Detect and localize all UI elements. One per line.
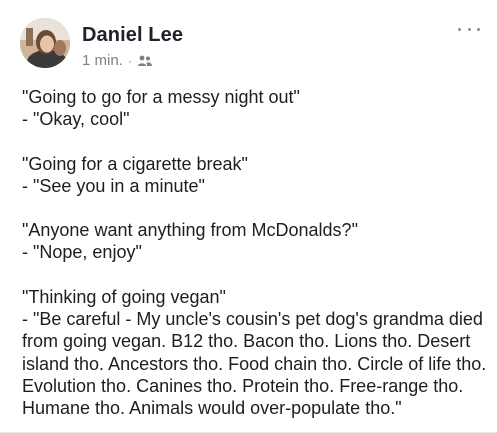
meta-separator: · <box>127 53 132 68</box>
post-card: Daniel Lee 1 min. · "Going to go for a m… <box>0 0 497 433</box>
text-block: "Anyone want anything from McDonalds?" -… <box>22 219 482 264</box>
more-dot <box>458 27 461 31</box>
post-header: Daniel Lee 1 min. · <box>20 18 480 72</box>
more-dot <box>477 27 480 31</box>
avatar-image <box>20 18 70 68</box>
post-time[interactable]: 1 min. <box>82 52 123 69</box>
more-options-icon[interactable] <box>458 22 480 36</box>
text-line: - "Be careful - My uncle's cousin's pet … <box>22 309 483 330</box>
text-line: - "Nope, enjoy" <box>22 242 142 263</box>
text-line: "Anyone want anything from McDonalds?" <box>22 220 358 241</box>
text-block: "Thinking of going vegan" - "Be careful … <box>22 286 487 420</box>
text-line: Evolution tho. Canines tho. Protein tho.… <box>22 375 464 396</box>
author-name[interactable]: Daniel Lee <box>82 24 183 47</box>
text-line: "Going to go for a messy night out" <box>22 87 300 107</box>
text-line: Humane tho. Animals would over-populate … <box>22 398 402 419</box>
text-line: - "Okay, cool" <box>22 109 130 130</box>
post-meta: 1 min. · <box>82 52 153 69</box>
more-dot <box>467 27 471 31</box>
text-block: "Going to go for a messy night out" - "O… <box>22 86 482 131</box>
post-text: "Going to go for a messy night out" - "O… <box>22 86 487 420</box>
friends-icon[interactable] <box>137 54 153 68</box>
text-line: from going vegan. B12 tho. Bacon tho. Li… <box>22 331 471 352</box>
text-line: - "See you in a minute" <box>22 175 205 196</box>
text-line: island tho. Ancestors tho. Food chain th… <box>22 353 487 374</box>
text-block: "Going for a cigarette break" - "See you… <box>22 153 482 198</box>
text-line: "Going for a cigarette break" <box>22 153 248 174</box>
avatar[interactable] <box>20 18 70 68</box>
text-line: "Thinking of going vegan" <box>22 286 226 307</box>
